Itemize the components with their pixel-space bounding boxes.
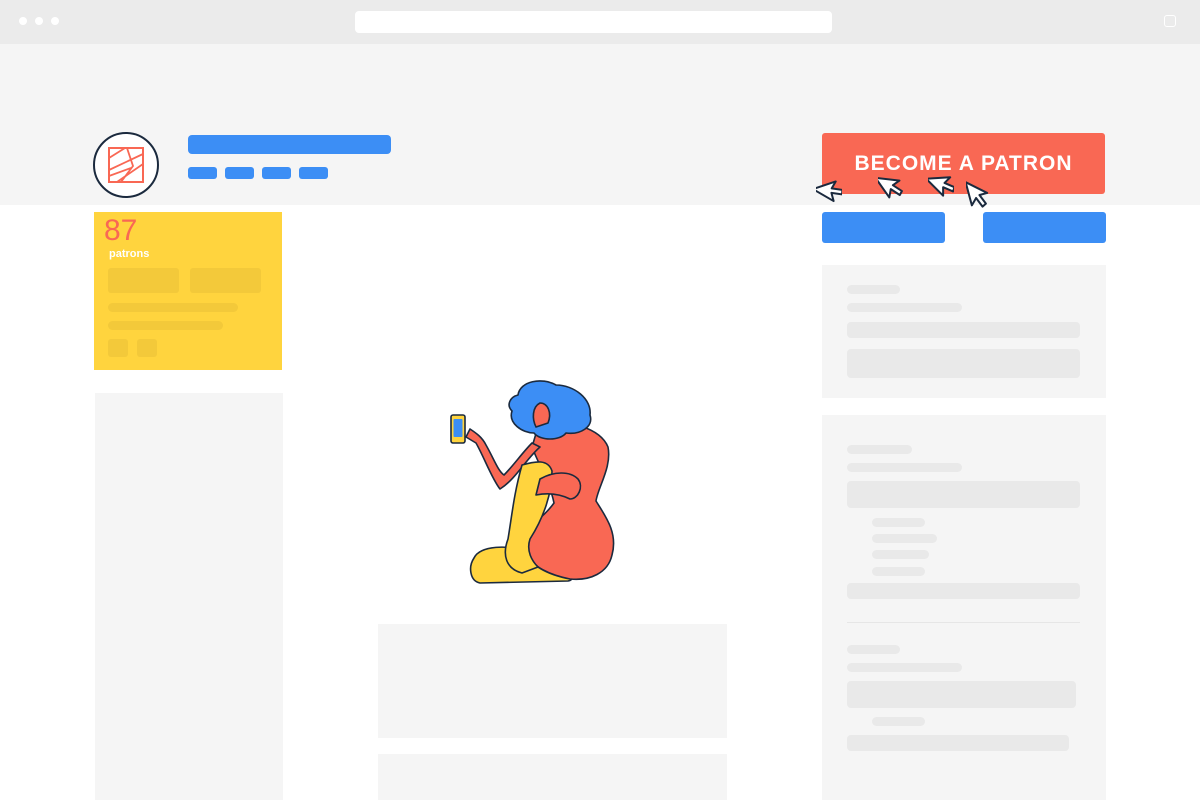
text-placeholder — [847, 463, 962, 472]
text-placeholder — [847, 645, 900, 654]
secondary-button-placeholder[interactable] — [983, 212, 1106, 243]
nav-tab-placeholder[interactable] — [188, 167, 217, 179]
patron-count: 87 — [104, 214, 138, 247]
divider — [847, 622, 1080, 623]
icon-placeholder — [137, 339, 157, 357]
icon-placeholder — [108, 339, 128, 357]
text-placeholder — [108, 303, 238, 312]
text-placeholder — [847, 322, 1080, 338]
stat-placeholder — [108, 268, 179, 293]
creator-name-placeholder — [188, 135, 391, 154]
mouse-pointer-icon — [816, 180, 842, 203]
text-placeholder — [847, 285, 900, 294]
window-dot-icon[interactable] — [19, 17, 27, 25]
left-sidebar-panel — [95, 393, 283, 800]
secondary-button-placeholder[interactable] — [822, 212, 945, 243]
mouse-pointer-icon — [928, 176, 954, 197]
stat-placeholder — [190, 268, 261, 293]
text-placeholder — [872, 550, 929, 559]
input-placeholder — [847, 349, 1080, 378]
tier-placeholder — [847, 481, 1080, 508]
window-dot-icon[interactable] — [51, 17, 59, 25]
nav-tab-placeholder[interactable] — [262, 167, 291, 179]
text-placeholder — [872, 518, 925, 527]
window-square-icon[interactable] — [1164, 15, 1176, 27]
mouse-pointer-icon — [878, 176, 903, 199]
tier-placeholder — [847, 681, 1076, 708]
text-placeholder — [872, 567, 925, 576]
text-placeholder — [108, 321, 223, 330]
mouse-pointer-icon — [966, 181, 989, 208]
text-placeholder — [872, 534, 937, 543]
post-card-placeholder — [378, 754, 727, 800]
nav-tab-placeholder[interactable] — [225, 167, 254, 179]
address-bar[interactable] — [355, 11, 832, 33]
woman-with-phone-illustration — [450, 380, 615, 584]
creator-logo-icon — [108, 147, 144, 183]
text-placeholder — [847, 663, 962, 672]
window-dot-icon[interactable] — [35, 17, 43, 25]
creator-avatar[interactable] — [93, 132, 159, 198]
tier-button-placeholder[interactable] — [847, 583, 1080, 599]
post-card-placeholder — [378, 624, 727, 738]
become-patron-button[interactable]: BECOME A PATRON — [822, 133, 1105, 194]
patron-count-label: patrons — [109, 248, 150, 260]
nav-tab-placeholder[interactable] — [299, 167, 328, 179]
text-placeholder — [847, 303, 962, 312]
tier-button-placeholder[interactable] — [847, 735, 1069, 751]
text-placeholder — [872, 717, 925, 726]
text-placeholder — [847, 445, 912, 454]
